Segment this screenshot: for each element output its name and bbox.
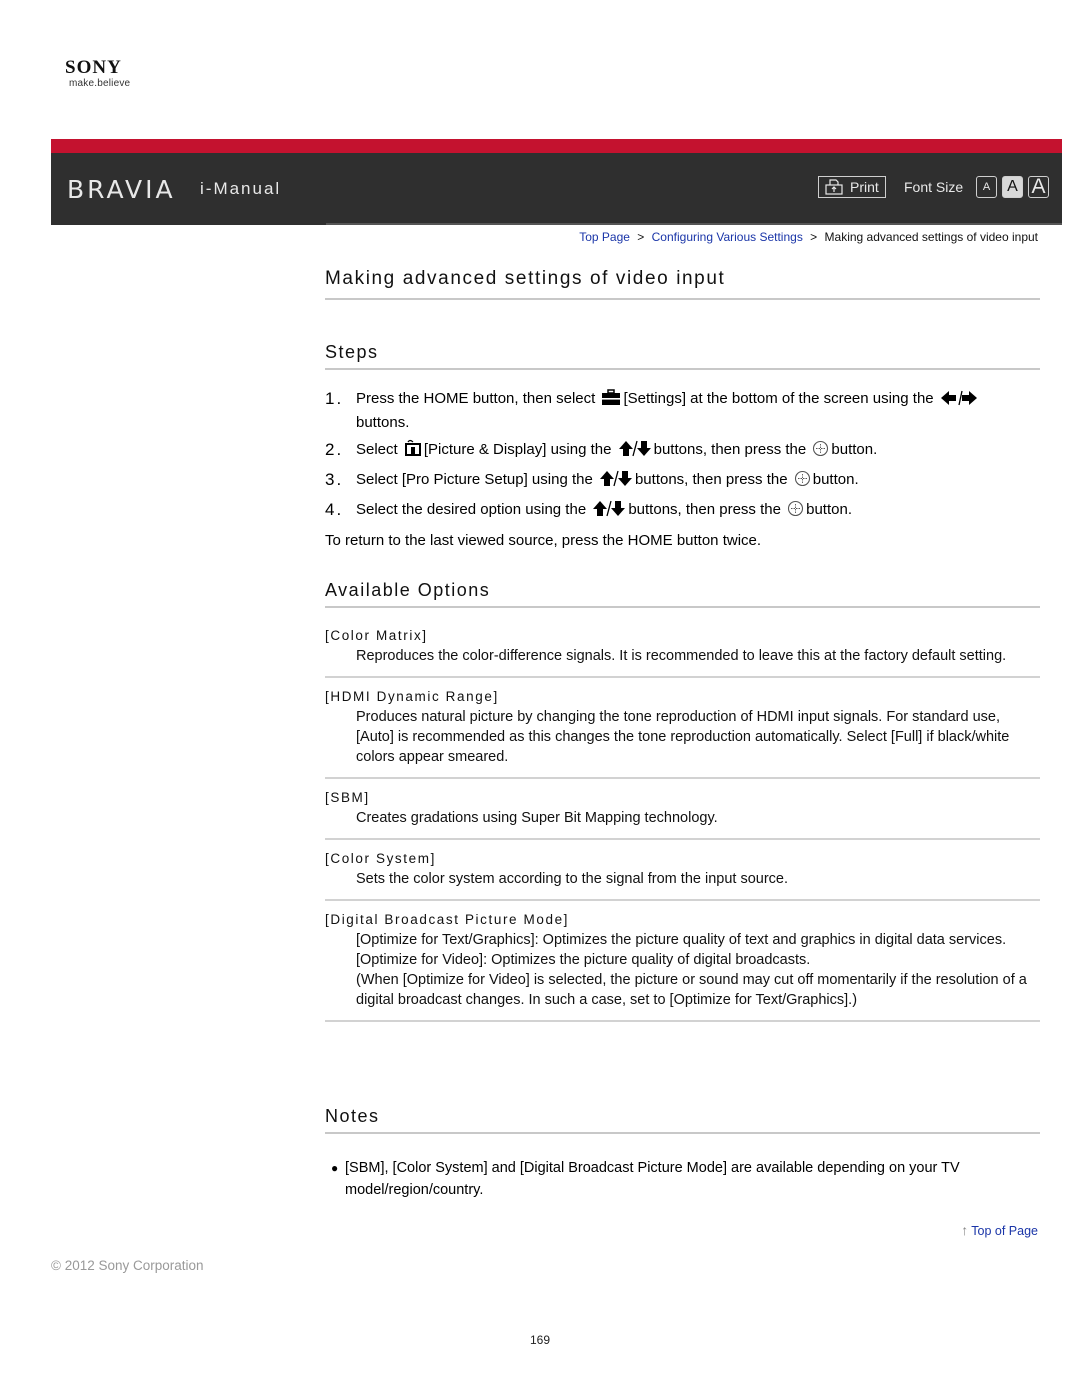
step-text-part: Press the HOME button, then select — [356, 390, 600, 407]
step-text-part: [Picture & Display] using the — [423, 441, 616, 458]
step-text-part: button. — [831, 441, 878, 458]
print-button[interactable]: Print — [818, 176, 886, 198]
steps-heading: Steps — [325, 342, 1040, 370]
header-banner: BRAVIA i-Manual Print Font Size A A A — [51, 139, 1062, 225]
option-description: Produces natural picture by changing the… — [356, 709, 1010, 765]
notes-heading: Notes — [325, 1106, 1040, 1134]
option-color-system: [Color System] Sets the color system acc… — [325, 849, 1040, 901]
sony-tagline: make.believe — [69, 78, 131, 89]
header-underline — [51, 223, 1062, 225]
step-text-part: Select the desired option using the — [356, 501, 591, 518]
step-text: Select [Pro Picture Setup] using the but… — [356, 469, 1040, 493]
breadcrumb-separator: > — [637, 230, 645, 244]
step-text: Press the HOME button, then select [Sett… — [356, 388, 1040, 433]
option-color-matrix: [Color Matrix] Reproduces the color-diff… — [325, 626, 1040, 678]
breadcrumb-top-page[interactable]: Top Page — [579, 230, 630, 244]
header-red-stripe — [51, 139, 1062, 153]
enter-button-icon — [812, 440, 829, 463]
option-title: [Color Matrix] — [325, 628, 428, 643]
page-title: Making advanced settings of video input — [325, 268, 1040, 300]
up-arrow-icon: ↑ — [961, 1222, 969, 1238]
step-text: Select [Picture & Display] using the but… — [356, 439, 1040, 463]
step-text: Select the desired option using the butt… — [356, 499, 1040, 523]
step-text-part: buttons, then press the — [628, 501, 786, 518]
option-title: [Digital Broadcast Picture Mode] — [325, 912, 570, 927]
option-description: Reproduces the color-difference signals.… — [356, 648, 1007, 664]
return-instruction: To return to the last viewed source, pre… — [325, 532, 762, 549]
step-item: 2. Select [Picture & Display] using the … — [325, 439, 1040, 463]
header-toolbar: BRAVIA i-Manual Print Font Size A A A — [51, 153, 1062, 223]
font-size-medium-button[interactable]: A — [1002, 176, 1023, 198]
note-item: ● [SBM], [Color System] and [Digital Bro… — [325, 1157, 1040, 1201]
font-size-large-button[interactable]: A — [1028, 175, 1049, 198]
font-size-label: Font Size — [904, 179, 964, 195]
sony-logo: SONY make.believe — [65, 58, 130, 90]
picture-display-icon — [404, 439, 422, 463]
print-icon — [825, 179, 843, 195]
option-description: [Optimize for Video]: Optimizes the pict… — [356, 952, 811, 968]
left-right-arrows-icon — [940, 390, 978, 412]
step-number: 3. — [325, 470, 344, 489]
breadcrumb-configuring-settings[interactable]: Configuring Various Settings — [652, 230, 803, 244]
step-text-part: button. — [812, 471, 859, 488]
step-text-part: button. — [806, 501, 852, 518]
option-digital-broadcast-picture-mode: [Digital Broadcast Picture Mode] [Optimi… — [325, 910, 1040, 1022]
step-text-part: buttons, then press the — [653, 441, 811, 458]
bravia-logo: BRAVIA — [67, 175, 176, 204]
step-text-part: Select [Pro Picture Setup] using the — [356, 471, 597, 488]
breadcrumb: Top Page > Configuring Various Settings … — [579, 230, 1038, 244]
settings-toolbox-icon — [601, 389, 621, 412]
bullet-icon: ● — [331, 1161, 339, 1175]
font-size-small-button[interactable]: A — [976, 176, 997, 198]
option-description: Sets the color system according to the s… — [356, 871, 788, 887]
breadcrumb-separator: > — [810, 230, 818, 244]
top-of-page-link[interactable]: ↑ Top of Page — [961, 1222, 1038, 1238]
option-title: [SBM] — [325, 790, 370, 805]
step-number: 2. — [325, 440, 344, 459]
available-options-heading: Available Options — [325, 580, 1040, 608]
option-title: [Color System] — [325, 851, 436, 866]
options-list: [Color Matrix] Reproduces the color-diff… — [325, 626, 1040, 1031]
step-number: 4. — [325, 500, 344, 519]
step-number: 1. — [325, 389, 344, 408]
page-number: 169 — [529, 1333, 551, 1347]
step-text-part: buttons, then press the — [634, 471, 792, 488]
copyright: © 2012 Sony Corporation — [51, 1258, 204, 1273]
up-down-arrows-icon — [599, 470, 633, 493]
breadcrumb-current: Making advanced settings of video input — [824, 230, 1038, 244]
sony-wordmark: SONY — [65, 57, 122, 78]
step-text-part: buttons. — [356, 414, 410, 431]
top-of-page-label[interactable]: Top of Page — [971, 1224, 1038, 1238]
step-text-part: [Settings] at the bottom of the screen u… — [623, 390, 938, 407]
notes-list: ● [SBM], [Color System] and [Digital Bro… — [325, 1157, 1040, 1201]
step-text-part: Select — [356, 441, 402, 458]
option-description: (When [Optimize for Video] is selected, … — [356, 972, 1027, 1008]
steps-list: 1. Press the HOME button, then select [S… — [325, 388, 1040, 529]
note-text: [SBM], [Color System] and [Digital Broad… — [345, 1160, 960, 1198]
step-item: 3. Select [Pro Picture Setup] using the … — [325, 469, 1040, 493]
option-hdmi-dynamic-range: [HDMI Dynamic Range] Produces natural pi… — [325, 687, 1040, 779]
step-item: 4. Select the desired option using the b… — [325, 499, 1040, 523]
print-label: Print — [850, 179, 879, 195]
option-sbm: [SBM] Creates gradations using Super Bit… — [325, 788, 1040, 840]
enter-button-icon — [787, 500, 804, 523]
app-title: i-Manual — [200, 179, 282, 198]
option-title: [HDMI Dynamic Range] — [325, 689, 499, 704]
up-down-arrows-icon — [618, 440, 652, 463]
option-description: Creates gradations using Super Bit Mappi… — [356, 810, 718, 826]
up-down-arrows-icon — [592, 500, 626, 523]
option-description: [Optimize for Text/Graphics]: Optimizes … — [356, 932, 1007, 948]
step-item: 1. Press the HOME button, then select [S… — [325, 388, 1040, 433]
enter-button-icon — [794, 470, 811, 493]
